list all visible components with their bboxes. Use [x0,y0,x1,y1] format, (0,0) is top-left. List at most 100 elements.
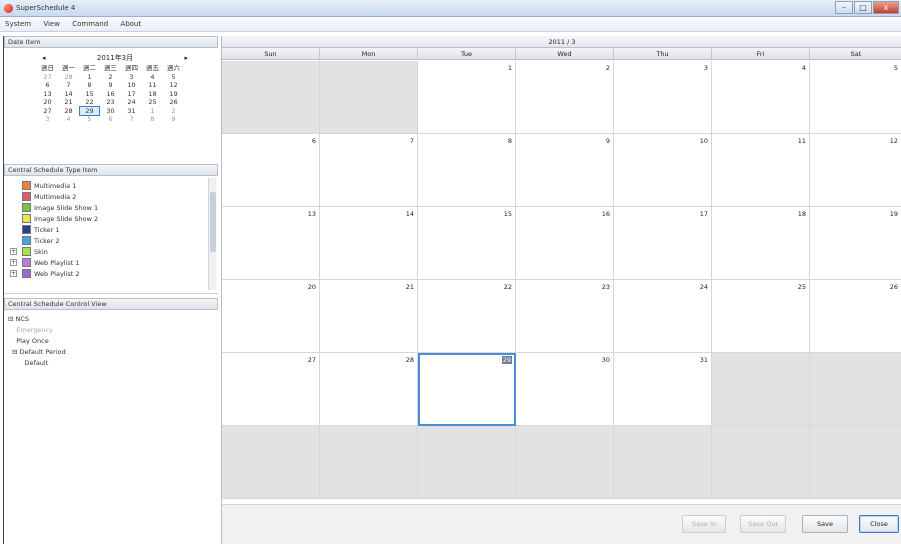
calendar-empty-cell[interactable] [712,426,810,499]
mini-calendar-day[interactable]: 2 [101,73,120,82]
menu-about[interactable]: About [115,17,146,28]
mini-calendar-day[interactable]: 11 [143,81,162,90]
schedule-type-item[interactable]: Multimedia 1 [10,180,206,191]
calendar-day-cell[interactable]: 18 [712,207,810,280]
schedule-type-item[interactable]: + Web Playlist 1 [10,257,206,268]
mini-calendar-day[interactable]: 17 [122,90,141,99]
mini-calendar-month[interactable]: 2011年3月 [97,52,133,64]
mini-calendar-day[interactable]: 4 [143,73,162,82]
mini-calendar-day[interactable]: 10 [122,81,141,90]
mini-calendar-day[interactable]: 20 [38,98,57,107]
menu-view[interactable]: View [38,17,65,28]
mini-calendar-day[interactable]: 5 [164,73,183,82]
mini-calendar-day[interactable]: 3 [122,73,141,82]
calendar-day-cell[interactable]: 20 [222,280,320,353]
calendar-empty-cell[interactable] [320,61,418,134]
mini-calendar-day[interactable]: 19 [164,90,183,99]
close-window-button[interactable]: x [873,1,899,14]
calendar-day-cell[interactable]: 30 [516,353,614,426]
tree-node[interactable]: Emergency [8,325,66,336]
expand-icon[interactable]: + [10,270,17,277]
calendar-day-cell[interactable]: 8 [418,134,516,207]
mini-calendar-day[interactable]: 24 [122,98,141,107]
calendar-day-cell[interactable]: 1 [418,61,516,134]
mini-calendar-day[interactable]: 13 [38,90,57,99]
calendar-day-cell[interactable]: 9 [516,134,614,207]
mini-calendar-day[interactable]: 12 [164,81,183,90]
schedule-type-item[interactable]: Image Slide Show 1 [10,202,206,213]
save-in-button[interactable]: Save In [682,515,726,533]
mini-calendar-day[interactable]: 7 [122,115,141,124]
tree-node[interactable]: ⊟ NCS [8,314,66,325]
mini-calendar-day[interactable]: 15 [80,90,99,99]
mini-calendar-day[interactable]: 9 [164,115,183,124]
calendar-empty-cell[interactable] [418,426,516,499]
calendar-day-cell[interactable]: 10 [614,134,712,207]
calendar-empty-cell[interactable] [810,426,901,499]
calendar-day-cell[interactable]: 3 [614,61,712,134]
calendar-day-cell[interactable]: 29 [418,353,516,426]
mini-calendar-day[interactable]: 1 [80,73,99,82]
mini-calendar-day[interactable]: 2 [164,107,183,116]
maximize-button[interactable]: □ [854,1,872,14]
mini-calendar-day[interactable]: 18 [143,90,162,99]
calendar-empty-cell[interactable] [516,426,614,499]
calendar-empty-cell[interactable] [810,353,901,426]
mini-calendar-day[interactable]: 9 [101,81,120,90]
mini-calendar-day[interactable]: 30 [101,107,120,116]
mini-calendar-day[interactable]: 3 [38,115,57,124]
mini-calendar-day[interactable]: 8 [143,115,162,124]
save-button[interactable]: Save [802,515,848,533]
calendar-empty-cell[interactable] [614,426,712,499]
mini-calendar-day[interactable]: 26 [164,98,183,107]
calendar-day-cell[interactable]: 14 [320,207,418,280]
calendar-day-cell[interactable]: 28 [320,353,418,426]
tree-node[interactable]: Default [8,358,66,369]
calendar-day-cell[interactable]: 21 [320,280,418,353]
calendar-day-cell[interactable]: 24 [614,280,712,353]
calendar-empty-cell[interactable] [222,61,320,134]
calendar-day-cell[interactable]: 12 [810,134,901,207]
calendar-day-cell[interactable]: 23 [516,280,614,353]
prev-month-icon[interactable]: ◂ [42,52,46,64]
calendar-day-cell[interactable]: 19 [810,207,901,280]
type-list-scrollbar[interactable] [208,178,216,290]
schedule-type-item[interactable]: Ticker 1 [10,224,206,235]
calendar-day-cell[interactable]: 5 [810,61,901,134]
tree-node[interactable]: ⊟ Default Period [8,347,66,358]
calendar-day-cell[interactable]: 16 [516,207,614,280]
calendar-day-cell[interactable]: 15 [418,207,516,280]
next-month-icon[interactable]: ▸ [184,52,188,64]
mini-calendar-day[interactable]: 29 [79,105,100,116]
schedule-type-item[interactable]: Ticker 2 [10,235,206,246]
expand-icon[interactable]: + [10,248,17,255]
calendar-day-cell[interactable]: 13 [222,207,320,280]
calendar-day-cell[interactable]: 4 [712,61,810,134]
mini-calendar-day[interactable]: 25 [143,98,162,107]
mini-calendar-day[interactable]: 27 [38,73,57,82]
mini-calendar-day[interactable]: 6 [101,115,120,124]
schedule-type-item[interactable]: + Web Playlist 2 [10,268,206,279]
mini-calendar-day[interactable]: 6 [38,81,57,90]
mini-calendar-day[interactable]: 14 [59,90,78,99]
menu-command[interactable]: Command [67,17,113,28]
calendar-day-cell[interactable]: 2 [516,61,614,134]
calendar-day-cell[interactable]: 17 [614,207,712,280]
scrollbar-thumb[interactable] [210,192,216,252]
schedule-type-item[interactable]: Multimedia 2 [10,191,206,202]
calendar-day-cell[interactable]: 26 [810,280,901,353]
mini-calendar-day[interactable]: 1 [143,107,162,116]
schedule-type-item[interactable]: Image Slide Show 2 [10,213,206,224]
calendar-day-cell[interactable]: 25 [712,280,810,353]
mini-calendar-day[interactable]: 23 [101,98,120,107]
mini-calendar-day[interactable]: 27 [38,107,57,116]
calendar-day-cell[interactable]: 27 [222,353,320,426]
save-out-button[interactable]: Save Out [740,515,786,533]
minimize-button[interactable]: – [835,1,853,14]
calendar-empty-cell[interactable] [222,426,320,499]
calendar-day-cell[interactable]: 7 [320,134,418,207]
tree-node[interactable]: Play Once [8,336,66,347]
calendar-day-cell[interactable]: 11 [712,134,810,207]
calendar-day-cell[interactable]: 6 [222,134,320,207]
mini-calendar-day[interactable]: 21 [59,98,78,107]
